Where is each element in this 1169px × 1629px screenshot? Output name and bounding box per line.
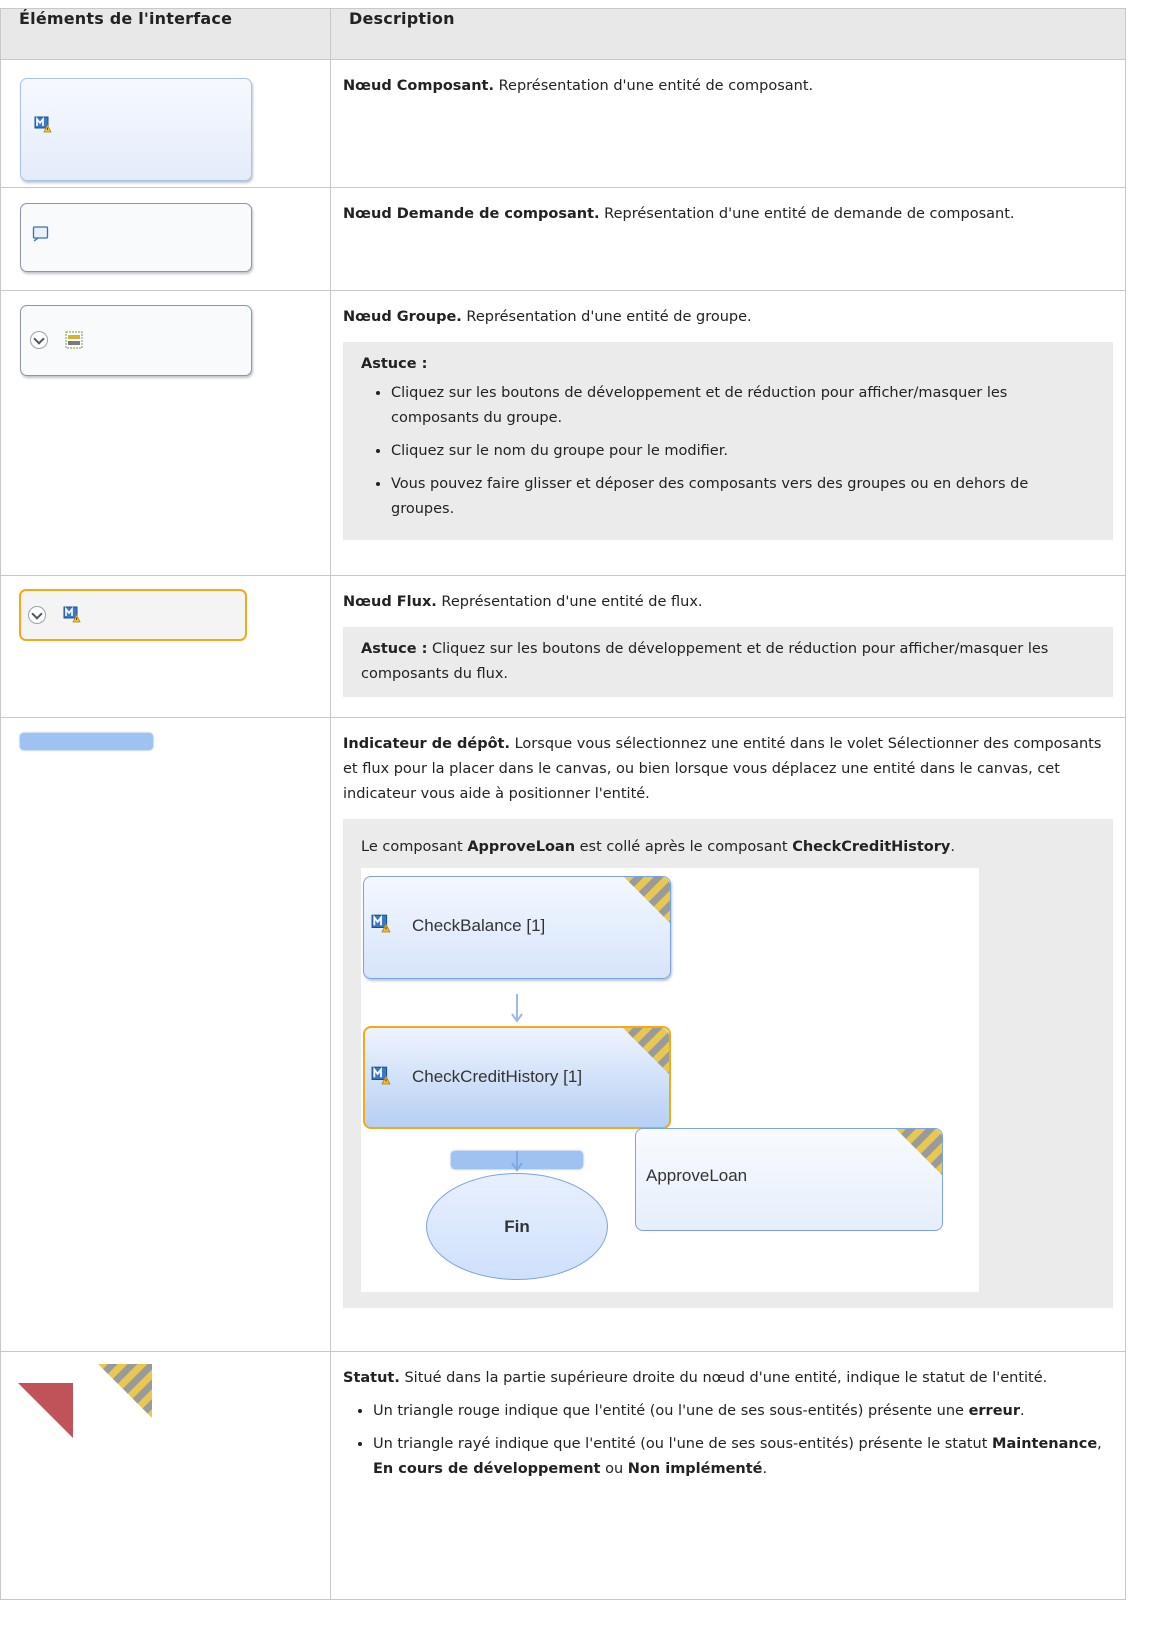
caption-text: Le composant (361, 839, 468, 855)
table-row: Nœud Groupe. Représentation d'une entité… (0, 290, 1126, 576)
table-row: Statut. Situé dans la partie supérieure … (0, 1351, 1126, 1600)
caption-text: . (950, 839, 955, 855)
group-tip-label: Astuce : (361, 356, 428, 372)
column-header-description: Description (330, 8, 1126, 60)
drop-example-diagram: CheckBalance [1] CheckCreditHistory [1] (361, 868, 979, 1292)
end-node-label: Fin (504, 1217, 530, 1236)
ui-elements-table: Éléments de l'interface Description Nœud… (0, 8, 1126, 1600)
list-item: Cliquez sur le nom du groupe pour le mod… (391, 439, 1095, 464)
flow-tip-label: Astuce : (361, 641, 428, 657)
request-node-preview-cell (0, 187, 331, 291)
status-text: Situé dans la partie supérieure droite d… (399, 1370, 1048, 1386)
checkcredithistory-label: CheckCreditHistory [1] (412, 1067, 583, 1086)
component-node-text: Représentation d'une entité de composant… (493, 78, 814, 94)
group-node-preview (20, 305, 252, 376)
approveloan-label: ApproveLoan (646, 1166, 748, 1185)
request-node-title: Nœud Demande de composant. (343, 206, 600, 222)
group-icon (65, 331, 83, 349)
table-header-row: Éléments de l'interface Description (0, 8, 1126, 60)
drop-indicator-preview (20, 733, 153, 750)
connector-arrow (511, 994, 523, 1023)
flow-node-title: Nœud Flux. (343, 594, 437, 610)
group-node-description: Nœud Groupe. Représentation d'une entité… (330, 290, 1126, 576)
list-item: Vous pouvez faire glisser et déposer des… (391, 472, 1095, 522)
bullet-separator: ou (600, 1461, 628, 1477)
flow-node-description: Nœud Flux. Représentation d'une entité d… (330, 575, 1126, 718)
approveloan-node: ApproveLoan (635, 1128, 943, 1231)
flow-tip-text: Cliquez sur les boutons de développement… (361, 641, 1049, 682)
bullet-text: Un triangle rouge indique que l'entité (… (373, 1403, 969, 1419)
table-row: Nœud Demande de composant. Représentatio… (0, 187, 1126, 291)
not-implemented-keyword: Non implémenté (627, 1461, 763, 1477)
table-row: Indicateur de dépôt. Lorsque vous sélect… (0, 717, 1126, 1352)
status-stripe-icon (623, 1028, 669, 1074)
flow-node-preview-cell (0, 575, 331, 718)
checkcredithistory-node: CheckCreditHistory [1] (363, 1026, 671, 1129)
bullet-separator: , (1097, 1436, 1102, 1452)
table-row: Nœud Flux. Représentation d'une entité d… (0, 575, 1126, 718)
error-triangle-icon (18, 1383, 73, 1438)
component-icon (34, 115, 52, 133)
list-item: Cliquez sur les boutons de développement… (391, 381, 1095, 431)
drop-indicator-preview-cell (0, 717, 331, 1352)
group-node-preview-cell (0, 290, 331, 576)
bullet-end: . (762, 1461, 768, 1477)
end-node: Fin (426, 1173, 608, 1280)
drop-example-caption: Le composant ApproveLoan est collé après… (361, 835, 1095, 860)
status-preview-cell (0, 1351, 331, 1600)
list-item: Un triangle rouge indique que l'entité (… (373, 1399, 1113, 1424)
checkcredithistory-name: CheckCreditHistory (792, 839, 951, 855)
table-row: Nœud Composant. Représentation d'une ent… (0, 59, 1126, 188)
drop-indicator-title: Indicateur de dépôt. (343, 736, 510, 752)
component-node-title: Nœud Composant. (343, 78, 494, 94)
component-request-node-preview (20, 203, 252, 272)
error-keyword: erreur (968, 1403, 1021, 1419)
approveloan-name: ApproveLoan (467, 839, 576, 855)
drop-example-box: Le composant ApproveLoan est collé après… (343, 819, 1113, 1308)
in-development-keyword: En cours de développement (373, 1461, 601, 1477)
checkbalance-label: CheckBalance [1] (412, 916, 546, 935)
component-node-preview-cell (0, 59, 331, 188)
column-header-ui-elements: Éléments de l'interface (0, 8, 331, 60)
bullet-end: . (1020, 1403, 1025, 1419)
group-node-title: Nœud Groupe. (343, 309, 462, 325)
flow-tip-box: Astuce : Cliquez sur les boutons de déve… (343, 627, 1113, 697)
flow-node-text: Représentation d'une entité de flux. (436, 594, 703, 610)
status-description: Statut. Situé dans la partie supérieure … (330, 1351, 1126, 1600)
connector-arrow (511, 1151, 523, 1172)
caption-text: est collé après le composant (575, 839, 793, 855)
status-stripe-icon (896, 1129, 942, 1175)
request-node-text: Représentation d'une entité de demande d… (599, 206, 1015, 222)
group-tip-box: Astuce : Cliquez sur les boutons de déve… (343, 342, 1113, 540)
request-node-description: Nœud Demande de composant. Représentatio… (330, 187, 1126, 291)
expand-collapse-icon[interactable] (30, 331, 48, 349)
striped-triangle-icon (98, 1364, 152, 1418)
component-node-description: Nœud Composant. Représentation d'une ent… (330, 59, 1126, 188)
flow-node-preview (19, 589, 247, 641)
bullet-text: Un triangle rayé indique que l'entité (o… (373, 1436, 993, 1452)
status-title: Statut. (343, 1370, 400, 1386)
component-icon (371, 1065, 391, 1085)
flow-icon (63, 605, 81, 623)
component-node-preview (20, 78, 252, 181)
list-item: Un triangle rayé indique que l'entité (o… (373, 1432, 1113, 1482)
component-request-icon (32, 226, 49, 242)
checkbalance-node: CheckBalance [1] (363, 876, 671, 979)
expand-collapse-icon[interactable] (28, 606, 46, 624)
status-stripe-icon (624, 877, 670, 923)
group-node-text: Représentation d'une entité de groupe. (461, 309, 752, 325)
drop-indicator-description: Indicateur de dépôt. Lorsque vous sélect… (330, 717, 1126, 1352)
component-icon (371, 913, 391, 933)
maintenance-keyword: Maintenance (992, 1436, 1098, 1452)
